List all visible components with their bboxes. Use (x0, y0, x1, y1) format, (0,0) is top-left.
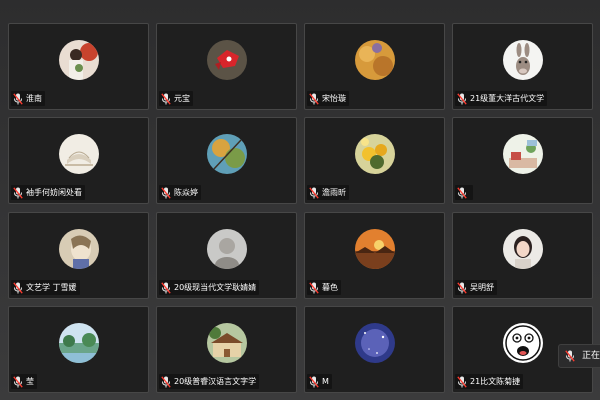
participant-nametag: 澹雨昕 (307, 185, 349, 200)
participant-name: 宋怡璇 (322, 94, 346, 103)
muted-mic-icon (309, 281, 319, 294)
participant-name: 21级董大洋古代文学 (470, 94, 545, 103)
muted-mic-icon (309, 186, 319, 199)
participant-name: 文艺学 丁雪媛 (26, 283, 77, 292)
participant-name: 20级普睿汉语言文字学 (174, 377, 257, 386)
speaking-indicator[interactable]: 正在 (558, 344, 600, 368)
speaking-indicator-label: 正在 (582, 350, 600, 361)
participant-nametag: 莹 (11, 374, 37, 389)
participant-nametag: 文艺学 丁雪媛 (11, 280, 80, 295)
participant-tile[interactable]: 陈焱婷 (156, 117, 297, 204)
participant-avatar (58, 229, 99, 269)
participant-tile[interactable]: 文艺学 丁雪媛 (8, 212, 149, 299)
participant-avatar (58, 134, 99, 174)
participant-nametag (455, 185, 473, 200)
participant-name: 20级现当代文学耿婧婧 (174, 283, 257, 292)
participant-nametag: 21级董大洋古代文学 (455, 91, 548, 106)
muted-mic-icon (161, 375, 171, 388)
participant-tile[interactable]: 元宝 (156, 23, 297, 110)
participant-nametag: 吴明舒 (455, 280, 497, 295)
muted-mic-icon (309, 92, 319, 105)
participant-name: M (322, 377, 329, 386)
participant-avatar (354, 40, 395, 80)
participant-avatar (58, 40, 99, 80)
meeting-gallery-view: 淮南 元宝 宋怡璇 21级董大洋古代文学 袖手何妨闲处看 陈焱婷 澹雨昕 文艺学… (0, 0, 600, 400)
participant-tile[interactable]: 21级董大洋古代文学 (452, 23, 593, 110)
participant-tile[interactable]: 暮色 (304, 212, 445, 299)
participant-name: 淮南 (26, 94, 42, 103)
participant-nametag: 元宝 (159, 91, 193, 106)
participant-avatar (206, 134, 247, 174)
participant-tile[interactable]: M (304, 306, 445, 393)
participant-avatar (354, 134, 395, 174)
participant-nametag: 宋怡璇 (307, 91, 349, 106)
muted-mic-icon (13, 375, 23, 388)
muted-mic-icon (457, 281, 467, 294)
participant-tile[interactable]: 20级现当代文学耿婧婧 (156, 212, 297, 299)
participant-avatar (502, 40, 543, 80)
participant-avatar (206, 323, 247, 363)
participant-tile[interactable]: 20级普睿汉语言文字学 (156, 306, 297, 393)
muted-mic-icon (161, 186, 171, 199)
participant-tile[interactable]: 袖手何妨闲处看 (8, 117, 149, 204)
muted-mic-icon (309, 375, 319, 388)
participant-name: 21比文陈菊捷 (470, 377, 521, 386)
participant-avatar (206, 40, 247, 80)
participant-name: 陈焱婷 (174, 188, 198, 197)
muted-mic-icon (457, 375, 467, 388)
participant-tile[interactable] (452, 117, 593, 204)
muted-mic-icon (13, 92, 23, 105)
participant-nametag: 20级普睿汉语言文字学 (159, 374, 260, 389)
participant-nametag: M (307, 374, 332, 389)
participant-nametag: 21比文陈菊捷 (455, 374, 524, 389)
muted-mic-icon (13, 186, 23, 199)
participant-tile[interactable]: 淮南 (8, 23, 149, 110)
participant-name: 吴明舒 (470, 283, 494, 292)
participant-nametag: 陈焱婷 (159, 185, 201, 200)
participant-avatar (354, 229, 395, 269)
participant-name: 元宝 (174, 94, 190, 103)
participant-tile[interactable]: 莹 (8, 306, 149, 393)
participant-avatar (354, 323, 395, 363)
participant-name: 暮色 (322, 283, 338, 292)
participant-name: 澹雨昕 (322, 188, 346, 197)
participant-nametag: 暮色 (307, 280, 341, 295)
muted-mic-icon (13, 281, 23, 294)
muted-mic-icon (457, 92, 467, 105)
participant-nametag: 20级现当代文学耿婧婧 (159, 280, 260, 295)
participant-avatar (502, 323, 543, 363)
participant-avatar (502, 134, 543, 174)
participant-nametag: 淮南 (11, 91, 45, 106)
participant-name: 袖手何妨闲处看 (26, 188, 82, 197)
muted-mic-icon (161, 92, 171, 105)
participant-avatar (58, 323, 99, 363)
muted-mic-icon (565, 350, 575, 362)
participant-nametag: 袖手何妨闲处看 (11, 185, 85, 200)
participant-tile[interactable]: 澹雨昕 (304, 117, 445, 204)
muted-mic-icon (161, 281, 171, 294)
muted-mic-icon (457, 186, 467, 199)
participant-avatar (206, 229, 247, 269)
participant-tile[interactable]: 宋怡璇 (304, 23, 445, 110)
participant-avatar (502, 229, 543, 269)
participant-name: 莹 (26, 377, 34, 386)
participant-tile[interactable]: 吴明舒 (452, 212, 593, 299)
